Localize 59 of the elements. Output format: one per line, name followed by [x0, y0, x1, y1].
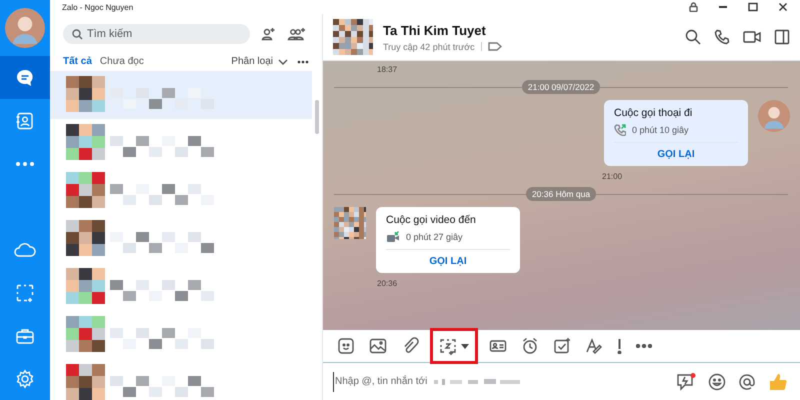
- lock-icon[interactable]: [689, 2, 698, 12]
- date-separator: 20:36 Hôm qua: [526, 187, 596, 201]
- contacts-icon[interactable]: [15, 110, 35, 130]
- cloud-icon[interactable]: [14, 242, 36, 258]
- phone-icon[interactable]: [714, 29, 730, 45]
- scrollbar[interactable]: [315, 100, 319, 134]
- call-title: Cuộc gọi video đến: [386, 214, 477, 226]
- search-field[interactable]: Tìm kiếm: [63, 24, 250, 44]
- chevron-down-icon: [277, 58, 289, 66]
- quick-message-icon[interactable]: [676, 372, 696, 390]
- message-time: 21:00: [602, 172, 624, 181]
- tag-icon[interactable]: [488, 42, 502, 51]
- toolbar-button[interactable]: [433, 331, 475, 361]
- contact-name: Ta Thi Kim Tuyet: [383, 22, 487, 38]
- call-back-button[interactable]: GỌI LẠI: [614, 143, 738, 166]
- avatar: [5, 8, 45, 48]
- filter-tab[interactable]: Chưa đọc: [100, 56, 144, 67]
- call-title: Cuộc gọi thoại đi: [614, 107, 694, 119]
- alarm-clock-icon: [521, 337, 539, 355]
- video-call-icon[interactable]: [743, 29, 761, 45]
- window-title: Zalo - Ngoc Nguyen: [62, 2, 134, 12]
- exclamation-icon: [617, 338, 622, 354]
- call-duration: 0 phút 27 giây: [406, 232, 463, 242]
- image-icon: [369, 337, 387, 355]
- search-icon: [72, 29, 83, 40]
- last-seen-text: Truy cập 42 phút trước: [383, 42, 475, 52]
- more-icon: [636, 344, 652, 348]
- call-back-button[interactable]: GỌI LẠI: [386, 250, 510, 273]
- mention-icon[interactable]: [738, 372, 756, 390]
- sidebar-toggle-icon[interactable]: [774, 29, 790, 45]
- checklist-icon: [553, 337, 571, 355]
- sticker-icon: [337, 337, 355, 355]
- add-group-icon[interactable]: [286, 27, 306, 41]
- screenshot-icon: [439, 337, 457, 355]
- briefcase-icon[interactable]: [15, 326, 35, 344]
- video-camera-icon: [386, 231, 400, 243]
- sort-dropdown[interactable]: Phân loại: [231, 56, 289, 67]
- conversation-item[interactable]: [50, 71, 312, 119]
- date-separator: 21:00 09/07/2022: [522, 80, 600, 94]
- text-format-icon: [585, 337, 603, 355]
- maximize-icon[interactable]: [748, 2, 758, 12]
- emoji-icon[interactable]: [708, 372, 726, 390]
- settings-icon[interactable]: [15, 368, 35, 388]
- add-friend-icon[interactable]: [260, 27, 276, 41]
- nav-button[interactable]: [0, 56, 50, 99]
- chat-icon[interactable]: [15, 68, 35, 88]
- search-icon[interactable]: [685, 29, 701, 45]
- screenshot-icon[interactable]: [15, 282, 35, 302]
- phone-icon: [614, 124, 626, 136]
- more-icon[interactable]: [297, 60, 309, 64]
- avatar: [758, 100, 790, 132]
- close-icon[interactable]: [778, 2, 788, 12]
- message-time: 20:36: [377, 279, 398, 288]
- thumbs-up-icon[interactable]: [768, 372, 788, 392]
- filter-tab[interactable]: Tất cả: [63, 56, 92, 67]
- call-duration: 0 phút 10 giây: [632, 125, 689, 135]
- caret-icon: [461, 344, 469, 348]
- message-input[interactable]: Nhập @, tin nhắn tới: [333, 372, 430, 392]
- message-time: 18:37: [377, 65, 398, 74]
